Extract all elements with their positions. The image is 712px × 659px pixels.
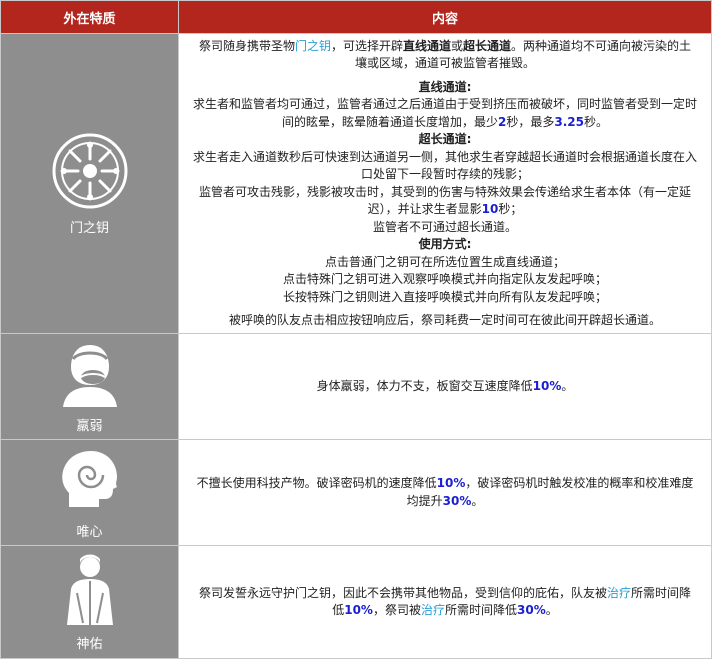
- long-title: 超长通道:: [418, 132, 472, 146]
- long-text-1: 求生者走入通道数秒后可快速到达通道另一侧，其他求生者穿越超长通道时会根据通道长度…: [193, 149, 698, 182]
- heal-link[interactable]: 治疗: [607, 586, 631, 600]
- content-cell: 不擅长使用科技产物。破译密码机的速度降低10%，破译密码机时触发校准的概率和校准…: [178, 439, 712, 546]
- final-text: 被呼唤的队友点击相应按钮响应后，祭司耗费一定时间可在彼此间开辟超长通道。: [228, 313, 661, 327]
- usage-item: 长按特殊门之钥则进入直接呼唤模式并向所有队友发起呼唤；: [282, 289, 607, 304]
- robed-figure-icon: [66, 554, 113, 625]
- trait-description: 祭司发誓永远守护门之钥，因此不会携带其他物品，受到信仰的庇佑，队友被治疗所需时间…: [198, 585, 692, 618]
- long-text-3: 监管者不可通过超长通道。: [372, 219, 517, 234]
- header-traits: 外在特质: [0, 0, 179, 34]
- trait-label: 门之钥: [69, 221, 109, 236]
- trait-cell: 门之钥: [0, 33, 179, 334]
- trait-label: 唯心: [76, 525, 103, 540]
- straight-title: 直线通道:: [418, 79, 472, 94]
- table-row: 门之钥 祭司随身携带圣物门之钥，可选择开辟直线通道或超长通道。两种通道均不可通向…: [0, 33, 712, 334]
- trait-cell: 唯心: [0, 439, 179, 546]
- usage-item: 点击特殊门之钥可进入观察呼唤模式并向指定队友发起呼唤；: [282, 272, 607, 286]
- long-text-2: 监管者可攻击残影，残影被攻击时，其受到的伤害与特殊效果会传递给求生者本体（有一定…: [198, 184, 691, 217]
- trait-description: 不擅长使用科技产物。破译密码机的速度降低10%，破译密码机时触发校准的概率和校准…: [196, 476, 694, 508]
- trait-description: 身体羸弱，体力不支，板窗交互速度降低10%。: [316, 378, 574, 393]
- heal-link[interactable]: 治疗: [421, 603, 445, 617]
- header-content: 内容: [178, 0, 712, 34]
- content-cell: 祭司随身携带圣物门之钥，可选择开辟直线通道或超长通道。两种通道均不可通向被污染的…: [178, 33, 712, 334]
- traits-table: 外在特质 内容 门之钥 祭司随身携带圣物门之钥，可选择开辟直线通道或超长通道。两…: [0, 0, 712, 659]
- content-cell: 祭司发誓永远守护门之钥，因此不会携带其他物品，受到信仰的庇佑，队友被治疗所需时间…: [178, 545, 712, 659]
- usage-item: 点击普通门之钥可在所选位置生成直线通道；: [324, 254, 565, 269]
- table-header-row: 外在特质 内容: [0, 0, 712, 34]
- intro-text: 祭司随身携带圣物门之钥，可选择开辟直线通道或超长通道。两种通道均不可通向被污染的…: [198, 38, 692, 71]
- usage-title: 使用方式:: [418, 237, 472, 251]
- table-row: 羸弱 身体羸弱，体力不支，板窗交互速度降低10%。: [0, 333, 712, 440]
- table-row: 神佑 祭司发誓永远守护门之钥，因此不会携带其他物品，受到信仰的庇佑，队友被治疗所…: [0, 545, 712, 659]
- trait-cell: 神佑: [0, 545, 179, 659]
- key-link[interactable]: 门之钥: [295, 39, 331, 53]
- table-row: 唯心 不擅长使用科技产物。破译密码机的速度降低10%，破译密码机时触发校准的概率…: [0, 439, 712, 546]
- straight-text: 求生者和监管者均可通过，监管者通过之后通道由于受到挤压而被破坏，同时监管者受到一…: [193, 97, 698, 129]
- trait-cell: 羸弱: [0, 333, 179, 440]
- content-cell: 身体羸弱，体力不支，板窗交互速度降低10%。: [178, 333, 712, 440]
- trait-label: 羸弱: [76, 419, 103, 434]
- trait-label: 神佑: [76, 636, 103, 652]
- coughing-person-icon: [62, 345, 117, 407]
- ornate-key-medallion-icon: [52, 133, 127, 209]
- head-spiral-icon: [61, 451, 117, 507]
